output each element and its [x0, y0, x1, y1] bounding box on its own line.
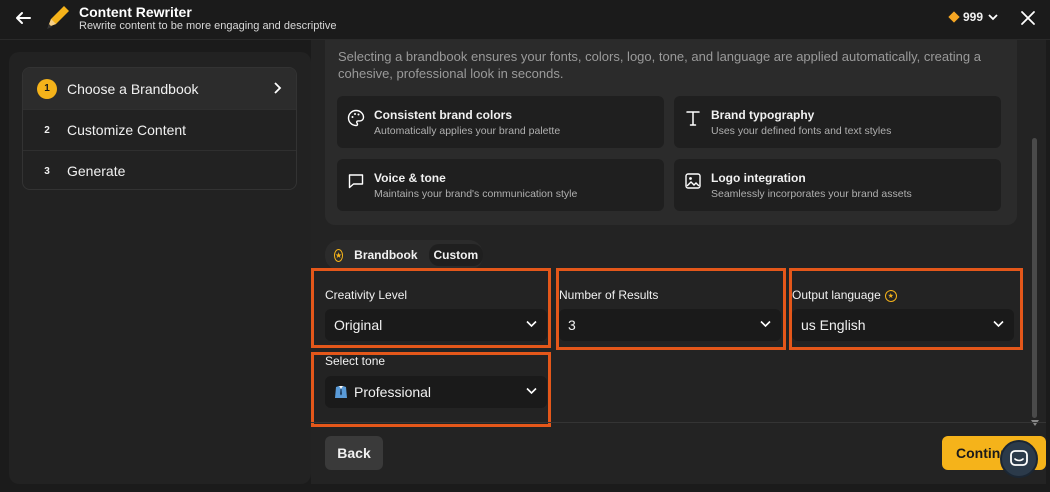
feature-description: Automatically applies your brand palette [374, 125, 561, 137]
arrow-left-icon[interactable] [14, 9, 32, 27]
brandbook-info-card: Selecting a brandbook ensures your fonts… [325, 40, 1017, 225]
feature-description: Maintains your brand's communication sty… [374, 188, 578, 200]
star-icon: ★ [334, 248, 344, 262]
feature-title: Consistent brand colors [374, 108, 513, 122]
chat-bubble-icon [1010, 450, 1028, 466]
feature-brand-colors: Consistent brand colors Automatically ap… [337, 96, 664, 148]
typography-icon [686, 111, 700, 126]
feature-description: Uses your defined fonts and text styles [711, 125, 892, 137]
chat-support-button[interactable] [1000, 440, 1038, 478]
diamond-icon [948, 11, 960, 23]
toggle-brandbook[interactable]: Brandbook [349, 244, 422, 266]
scrollbar-thumb[interactable] [1032, 138, 1037, 418]
feature-brand-typography: Brand typography Uses your defined fonts… [674, 96, 1001, 148]
highlight-box [556, 268, 786, 350]
feature-logo-integration: Logo integration Seamlessly incorporates… [674, 159, 1001, 211]
app-subtitle: Rewrite content to be more engaging and … [79, 20, 337, 32]
brandbook-custom-toggle: ★ Brandbook Custom [325, 240, 484, 270]
step-generate[interactable]: 3 Generate [23, 150, 296, 189]
feature-description: Seamlessly incorporates your brand asset… [711, 188, 912, 200]
highlight-box [311, 352, 551, 427]
steps-panel: 1 Choose a Brandbook 2 Customize Content… [9, 52, 311, 484]
chevron-down-icon [988, 14, 998, 21]
step-label: Choose a Brandbook [67, 80, 199, 97]
footer-divider [311, 422, 1046, 423]
step-label: Customize Content [67, 122, 187, 138]
intro-text: Selecting a brandbook ensures your fonts… [338, 49, 981, 81]
credits-dropdown[interactable]: 999 [948, 10, 998, 24]
step-label: Generate [67, 163, 126, 179]
scroll-down-icon[interactable] [1031, 420, 1039, 426]
feature-title: Logo integration [711, 171, 806, 185]
chat-icon [348, 174, 364, 189]
steps-list: 1 Choose a Brandbook 2 Customize Content… [22, 67, 297, 190]
app-header: Content Rewriter Rewrite content to be m… [0, 0, 1050, 40]
main-panel: Selecting a brandbook ensures your fonts… [311, 40, 1046, 484]
chevron-right-icon [274, 82, 282, 94]
back-button[interactable]: Back [325, 436, 383, 470]
palette-icon [347, 109, 365, 127]
step-customize-content[interactable]: 2 Customize Content [23, 109, 296, 150]
highlight-box [311, 268, 551, 348]
credits-count: 999 [963, 10, 984, 24]
step-choose-brandbook[interactable]: 1 Choose a Brandbook [23, 68, 296, 109]
feature-title: Voice & tone [374, 171, 446, 185]
close-icon[interactable] [1020, 10, 1036, 26]
app-title: Content Rewriter [79, 4, 192, 20]
step-number: 1 [37, 78, 57, 99]
image-icon [685, 173, 701, 189]
step-number: 2 [44, 124, 50, 136]
feature-voice-tone: Voice & tone Maintains your brand's comm… [337, 159, 664, 211]
feature-title: Brand typography [711, 108, 815, 122]
step-number: 3 [44, 165, 50, 177]
toggle-custom[interactable]: Custom [428, 244, 484, 266]
pencil-logo-icon [47, 6, 69, 29]
highlight-box [789, 268, 1023, 350]
